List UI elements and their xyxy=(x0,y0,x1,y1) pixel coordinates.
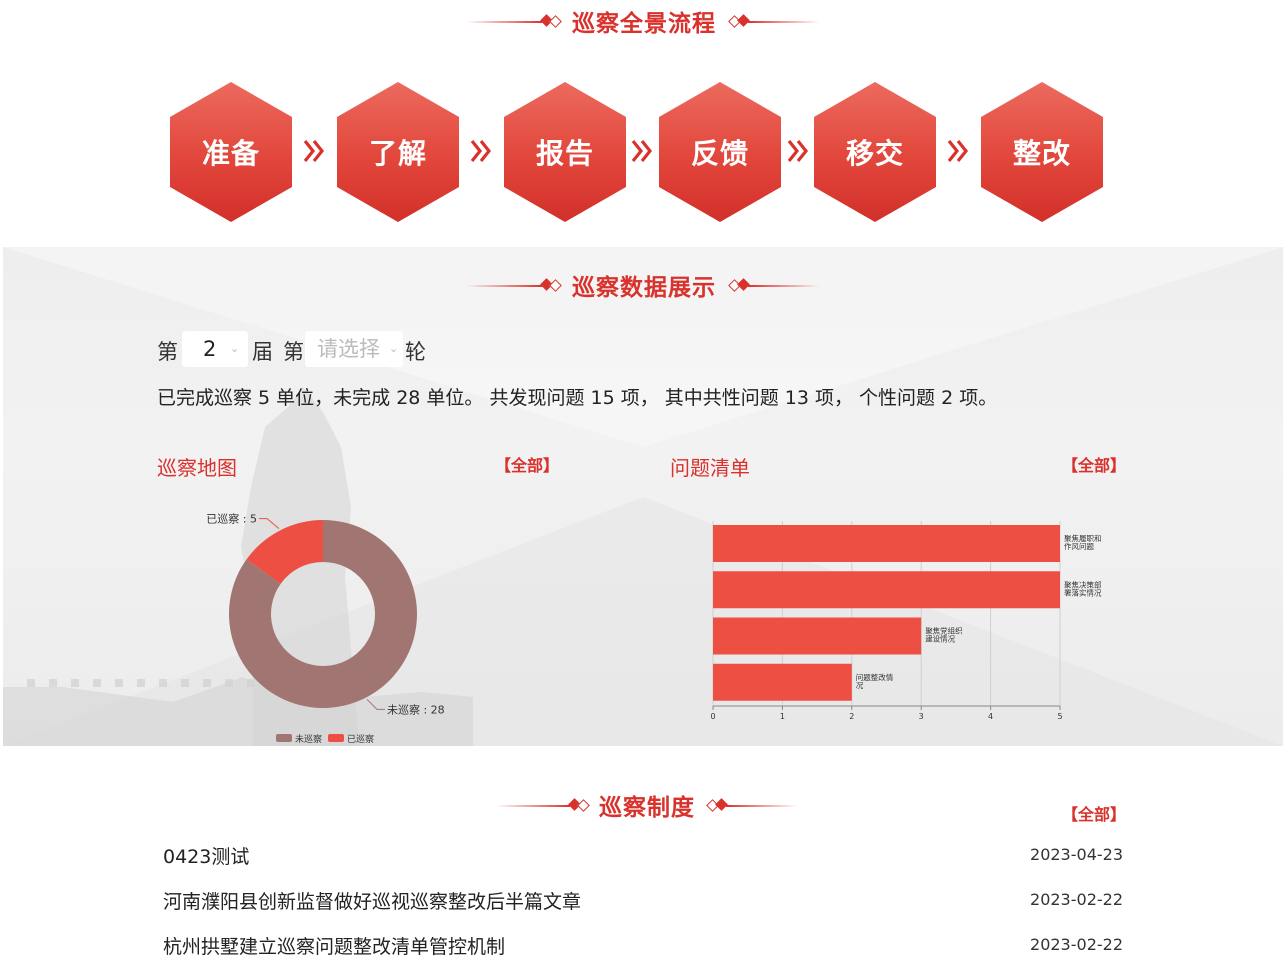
step-label: 了解 xyxy=(337,82,459,222)
label-line xyxy=(366,698,385,710)
x-tick-label: 1 xyxy=(780,712,785,721)
policy-title[interactable]: 河南濮阳县创新监督做好巡视巡察整改后半篇文章 xyxy=(163,887,581,914)
list-item[interactable]: 0423测试 2023-04-23 xyxy=(163,842,1123,872)
process-section-title: 巡察全景流程 xyxy=(0,2,1288,42)
x-tick-label: 2 xyxy=(849,712,854,721)
session-value: 2 xyxy=(203,337,217,361)
section-heading: 巡察制度 xyxy=(599,794,695,821)
issues-panel-title: 问题清单 xyxy=(670,456,750,480)
section-heading: 巡察全景流程 xyxy=(572,10,716,37)
list-item[interactable]: 河南濮阳县创新监督做好巡视巡察整改后半篇文章 2023-02-22 xyxy=(163,887,1123,917)
double-chevron-icon xyxy=(947,140,969,162)
diamond-outline-icon xyxy=(577,799,590,812)
title-line-left xyxy=(495,805,570,807)
step-feedback[interactable]: 反馈 xyxy=(659,82,781,222)
legend-swatch xyxy=(328,734,344,742)
title-line-left xyxy=(466,21,542,23)
step-report[interactable]: 报告 xyxy=(504,82,626,222)
x-tick-label: 5 xyxy=(1057,712,1062,721)
map-panel-title: 巡察地图 xyxy=(157,456,237,480)
legend-label: 已巡察 xyxy=(347,733,374,745)
bar xyxy=(713,663,852,701)
bar xyxy=(713,525,1060,562)
step-label: 准备 xyxy=(170,82,292,222)
step-transfer[interactable]: 移交 xyxy=(814,82,936,222)
bar-label: 况 xyxy=(856,681,864,690)
title-line-right xyxy=(726,805,798,807)
double-chevron-icon xyxy=(787,140,809,162)
step-prepare[interactable]: 准备 xyxy=(170,82,292,222)
double-chevron-icon xyxy=(631,140,653,162)
legend-label: 未巡察 xyxy=(295,733,322,745)
diamond-outline-icon xyxy=(549,279,562,292)
bar-label: 署落实情况 xyxy=(1064,587,1102,597)
x-tick-label: 0 xyxy=(710,712,715,721)
section-heading: 巡察数据展示 xyxy=(572,274,716,301)
bar-label: 作风问题 xyxy=(1064,541,1094,551)
inspection-donut-chart: 已巡察 : 5 未巡察 : 28 未巡察 已巡察 xyxy=(206,512,445,745)
title-line-right xyxy=(748,285,820,287)
chevron-down-icon: ⌄ xyxy=(230,342,240,355)
round-suffix: 轮 xyxy=(405,340,426,364)
title-line-left xyxy=(466,285,542,287)
inspection-summary: 已完成巡察 5 单位，未完成 28 单位。 共发现问题 15 项， 其中共性问题… xyxy=(157,387,998,409)
step-label: 整改 xyxy=(981,82,1103,222)
bar xyxy=(713,571,1060,609)
label-line xyxy=(259,518,280,530)
title-line-right xyxy=(748,21,820,23)
policy-date: 2023-02-22 xyxy=(1030,890,1123,909)
session-suffix: 届 xyxy=(252,340,273,364)
list-item[interactable]: 杭州拱墅建立巡察问题整改清单管控机制 2023-02-22 xyxy=(163,932,1123,962)
slice-label: 已巡察 : 5 xyxy=(206,512,257,526)
x-tick-label: 3 xyxy=(919,712,924,721)
step-label: 反馈 xyxy=(659,82,781,222)
step-understand[interactable]: 了解 xyxy=(337,82,459,222)
diamond-outline-icon xyxy=(549,15,562,28)
data-section-title: 巡察数据展示 xyxy=(0,266,1288,306)
issues-bar-chart: 0 1 2 3 4 5聚焦履职和作风问题聚焦决策部署落实情况聚焦党组织建设情况问题整改情况 xyxy=(710,521,1102,721)
step-rectify[interactable]: 整改 xyxy=(981,82,1103,222)
slice-label: 未巡察 : 28 xyxy=(387,702,445,716)
policy-date: 2023-04-23 xyxy=(1030,845,1123,864)
filter-prefix: 第 xyxy=(157,340,178,364)
round-select[interactable]: 请选择 ⌄ xyxy=(305,331,403,367)
double-chevron-icon xyxy=(303,140,325,162)
policy-all-link[interactable]: 【全部】 xyxy=(1062,801,1126,825)
bar-label: 建设情况 xyxy=(925,634,955,644)
issues-all-link[interactable]: 【全部】 xyxy=(1062,452,1126,476)
double-chevron-icon xyxy=(470,140,492,162)
policy-title[interactable]: 杭州拱墅建立巡察问题整改清单管控机制 xyxy=(163,932,505,959)
map-all-link[interactable]: 【全部】 xyxy=(495,452,559,476)
session-select[interactable]: 2 ⌄ xyxy=(182,331,248,367)
policy-date: 2023-02-22 xyxy=(1030,935,1123,954)
bar xyxy=(713,617,922,655)
round-placeholder: 请选择 xyxy=(317,337,380,361)
step-label: 报告 xyxy=(504,82,626,222)
x-tick-label: 4 xyxy=(988,712,993,721)
legend-swatch xyxy=(276,734,292,742)
round-prefix: 第 xyxy=(283,340,304,364)
step-label: 移交 xyxy=(814,82,936,222)
policy-title[interactable]: 0423测试 xyxy=(163,842,249,869)
chevron-down-icon: ⌄ xyxy=(389,342,399,355)
